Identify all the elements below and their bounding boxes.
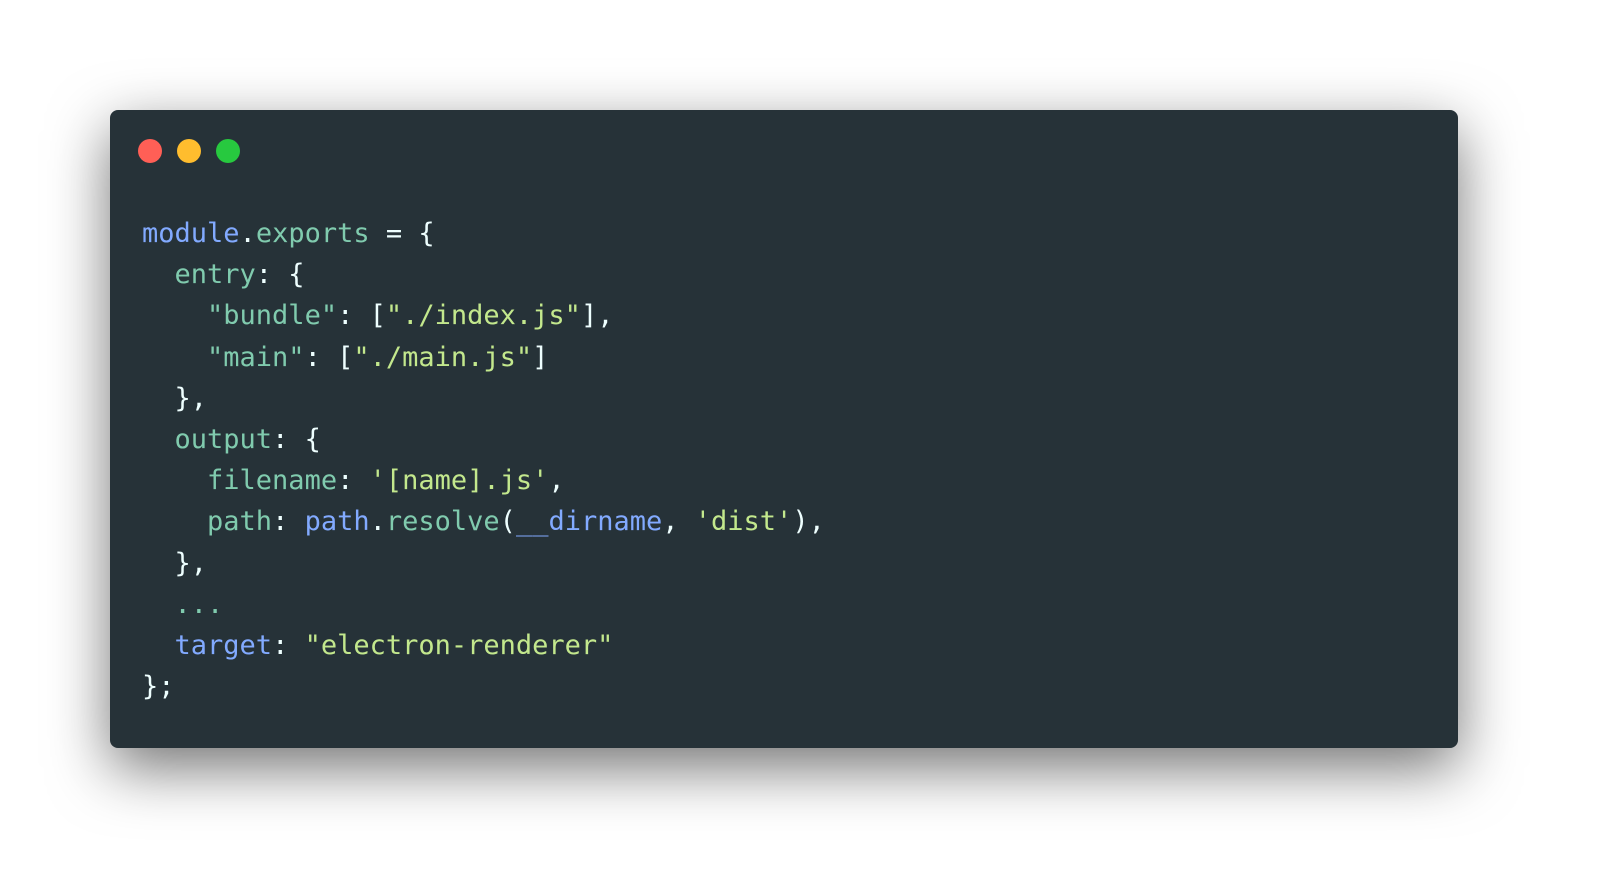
code-line: output: { [142,419,825,460]
code-line: module.exports = { [142,213,825,254]
code-token-plain: ], [580,300,614,332]
code-token-plain: ), [792,506,825,538]
code-token-prop: path [207,506,273,538]
code-token-plain: = { [369,218,435,249]
code-token-prop: "main" [207,341,305,373]
code-token-plain: : { [272,423,321,455]
code-token-prop: exports [255,218,370,249]
code-line: entry: { [142,254,825,295]
code-line: path: path.resolve(__dirname, 'dist'), [142,501,825,542]
code-block: module.exports = { entry: { "bundle": ["… [142,213,825,707]
code-token-plain: : [ [337,300,386,332]
code-window: module.exports = { entry: { "bundle": ["… [110,110,1458,748]
code-token-string: "./main.js" [353,341,533,373]
code-token-plain: , [662,506,695,538]
code-token-ident: path [304,506,370,538]
code-token-plain: . [239,218,256,249]
code-token-plain: : [272,629,305,661]
code-line: }, [142,378,825,419]
code-line: ... [142,584,825,625]
code-line: }, [142,543,825,584]
code-token-plain: , [548,465,565,497]
code-token-ident: __dirname [515,506,663,538]
code-token-prop: output [174,423,273,455]
code-line: }; [142,666,825,707]
code-token-ident: module [142,218,240,249]
code-token-prop: "bundle" [207,300,338,332]
code-token-string: 'dist' [694,506,793,538]
code-token-ident: target [174,629,273,661]
maximize-button[interactable] [216,139,240,163]
code-token-prop: filename [207,465,338,497]
code-line: "bundle": ["./index.js"], [142,295,825,336]
minimize-button[interactable] [177,139,201,163]
code-token-string: "electron-renderer" [304,629,614,661]
code-token-plain: ] [532,341,549,373]
code-token-prop: entry [174,259,256,291]
code-token-plain: }; [142,671,175,703]
code-line: "main": ["./main.js"] [142,337,825,378]
code-token-plain: }, [142,382,208,414]
code-line: target: "electron-renderer" [142,625,825,666]
code-token-prop: resolve [385,506,500,538]
code-token-plain: . [369,506,386,538]
code-token-plain: : [337,465,370,497]
code-token-string: "./index.js" [385,300,581,332]
window-controls [138,139,240,163]
code-token-plain: : [ [304,341,354,373]
code-token-plain: : { [255,259,305,291]
code-token-plain: : [272,506,305,538]
close-button[interactable] [138,139,162,163]
code-token-plain: ( [499,506,516,538]
code-line: filename: '[name].js', [142,460,825,501]
code-token-string: '[name].js' [369,465,549,497]
code-token-prop: ... [174,588,224,620]
code-token-plain: }, [142,547,208,579]
